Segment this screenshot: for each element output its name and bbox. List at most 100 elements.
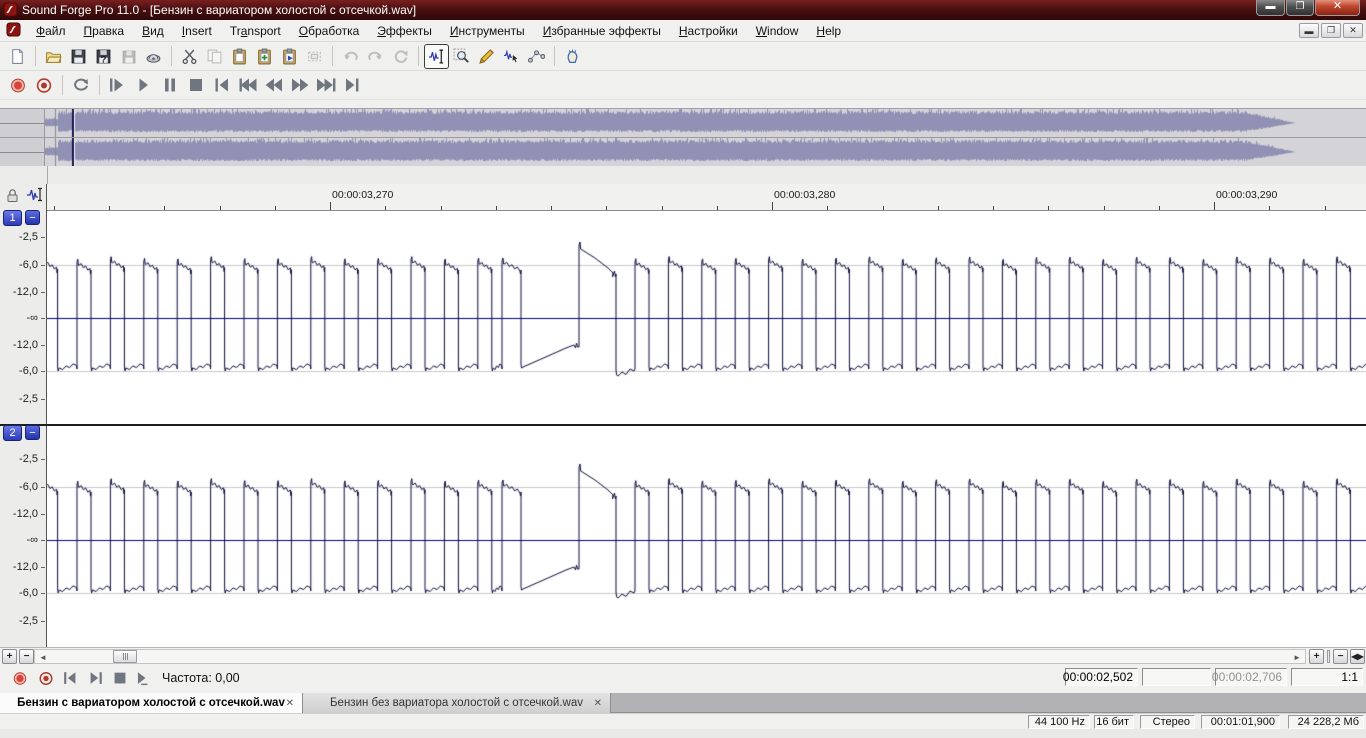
selection-end-field[interactable]: 00:00:02,706 — [1215, 668, 1287, 686]
channel-1-badge[interactable]: 1 — [3, 210, 22, 226]
menu-effects[interactable]: Эффекты — [368, 21, 441, 41]
trim-button[interactable] — [302, 44, 327, 69]
edit-tool-icon[interactable] — [26, 186, 44, 209]
magnify-tool-button[interactable] — [449, 44, 474, 69]
menu-edit[interactable]: Правка — [75, 21, 134, 41]
pause-button[interactable] — [157, 74, 183, 97]
pane-splitter[interactable] — [0, 166, 1366, 184]
menu-insert[interactable]: Insert — [173, 21, 221, 41]
overview-strip-right[interactable] — [45, 138, 1366, 166]
record-prepare-button[interactable] — [31, 74, 57, 97]
cut-button[interactable] — [177, 44, 202, 69]
rewind-button[interactable] — [261, 74, 287, 97]
go-to-end-button[interactable] — [339, 74, 365, 97]
toolbar-separator — [171, 46, 172, 66]
db-scale-label: -12,0 — [2, 339, 38, 351]
save-as-button[interactable]: ? — [91, 44, 116, 69]
loop-playback-button[interactable] — [68, 74, 94, 97]
menu-transport[interactable]: Transport — [221, 21, 290, 41]
zoom-out-time-button[interactable]: − — [19, 649, 34, 664]
scroll-right-icon[interactable]: ► — [1291, 652, 1303, 663]
menu-tools[interactable]: Инструменты — [441, 21, 534, 41]
overview-strip-left[interactable] — [45, 109, 1366, 137]
channel-1-minimize-button[interactable]: − — [25, 210, 40, 225]
zoom-in-level-button[interactable]: + — [1309, 649, 1324, 664]
event-tool-button[interactable] — [499, 44, 524, 69]
edit-tool-button[interactable] — [424, 44, 449, 69]
menu-help[interactable]: Help — [807, 21, 850, 41]
db-scale-label: -2,5 — [2, 453, 38, 465]
envelope-tool-button[interactable] — [524, 44, 549, 69]
undo-button[interactable] — [338, 44, 363, 69]
stop-button[interactable] — [183, 74, 209, 97]
tab-2[interactable]: Бензин без вариатора холостой с отсечкой… — [303, 693, 611, 713]
repeat-button[interactable] — [388, 44, 413, 69]
menu-options[interactable]: Настройки — [670, 21, 747, 41]
zoom-ratio-field[interactable]: 1:1 — [1291, 668, 1363, 686]
zoom-in-time-button[interactable]: + — [2, 649, 17, 664]
mdi-close-button[interactable]: ✕ — [1343, 23, 1363, 38]
paste-new-button[interactable] — [277, 44, 302, 69]
mdi-restore-button[interactable]: ❐ — [1321, 23, 1341, 38]
playbar-record-button[interactable] — [8, 668, 32, 689]
rewind-fast-button[interactable] — [235, 74, 261, 97]
scrollbar-thumb[interactable] — [113, 650, 137, 663]
ruler-minor-tick — [993, 206, 994, 210]
selection-start-field[interactable] — [1142, 668, 1211, 686]
horizontal-scrollbar[interactable]: ◄ ► — [34, 649, 1306, 664]
scroll-left-icon[interactable]: ◄ — [37, 652, 49, 663]
status-length: 00:01:01,900 — [1201, 715, 1280, 729]
channel-2-minimize-button[interactable]: − — [25, 425, 40, 440]
menu-favorite-effects[interactable]: Избранные эффекты — [534, 21, 670, 41]
status-channels: Стерео — [1140, 715, 1195, 729]
title-bar[interactable]: Sound Forge Pro 11.0 - [Бензин с вариато… — [0, 0, 1366, 20]
overview-bar[interactable] — [0, 108, 1366, 166]
restore-button[interactable]: ❐ — [1286, 0, 1314, 16]
paint-tool-button[interactable] — [560, 44, 585, 69]
channel-2-waveform[interactable] — [47, 426, 1366, 647]
menu-view[interactable]: Вид — [133, 21, 173, 41]
playbar-go-to-start-button[interactable] — [58, 668, 82, 689]
go-to-start-button[interactable] — [209, 74, 235, 97]
zoom-fit-button[interactable]: ◀▶ — [1350, 649, 1365, 664]
channel-1-waveform[interactable] — [47, 211, 1366, 424]
ruler-minor-tick — [827, 206, 828, 210]
playbar-stop-button[interactable] — [108, 668, 132, 689]
new-button[interactable] — [5, 44, 30, 69]
copy-button[interactable] — [202, 44, 227, 69]
playbar-play-normal-button[interactable] — [130, 668, 154, 689]
lock-icon[interactable] — [6, 188, 19, 208]
zoom-out-level-button[interactable]: − — [1333, 649, 1348, 664]
window-title: Sound Forge Pro 11.0 - [Бензин с вариато… — [22, 3, 416, 17]
forward-fast-button[interactable] — [313, 74, 339, 97]
mdi-minimize-button[interactable]: ▬ — [1299, 23, 1319, 38]
channel-2-badge[interactable]: 2 — [3, 425, 22, 441]
standard-toolbar: ? — [0, 42, 1366, 71]
paste-special-button[interactable] — [252, 44, 277, 69]
play-button[interactable] — [131, 74, 157, 97]
record-button[interactable] — [5, 74, 31, 97]
menu-window[interactable]: Window — [747, 21, 808, 41]
tab-close-icon[interactable]: ✕ — [286, 698, 294, 709]
menu-process[interactable]: Обработка — [290, 21, 369, 41]
playbar-go-to-end-button[interactable] — [84, 668, 108, 689]
paste-button[interactable] — [227, 44, 252, 69]
tab-close-icon[interactable]: ✕ — [594, 698, 602, 709]
play-all-button[interactable] — [105, 74, 131, 97]
playbar-record-prepare-button[interactable] — [34, 668, 58, 689]
zoom-splitter[interactable] — [1327, 650, 1330, 663]
open-button[interactable] — [41, 44, 66, 69]
time-ruler[interactable]: 00:00:03,27000:00:03,28000:00:03,290 — [0, 184, 1366, 211]
cursor-position-field[interactable]: 00:00:02,502 — [1065, 668, 1138, 686]
save-all-button[interactable] — [116, 44, 141, 69]
desktop-strip — [0, 729, 1366, 738]
menu-file[interactable]: Файл — [27, 21, 75, 41]
render-as-button[interactable] — [141, 44, 166, 69]
save-button[interactable] — [66, 44, 91, 69]
close-button[interactable]: ✕ — [1315, 0, 1360, 16]
forward-button[interactable] — [287, 74, 313, 97]
minimize-button[interactable]: ▬ — [1256, 0, 1285, 16]
tab-1[interactable]: Бензин с вариатором холостой с отсечкой.… — [0, 693, 303, 713]
redo-button[interactable] — [363, 44, 388, 69]
pencil-tool-button[interactable] — [474, 44, 499, 69]
